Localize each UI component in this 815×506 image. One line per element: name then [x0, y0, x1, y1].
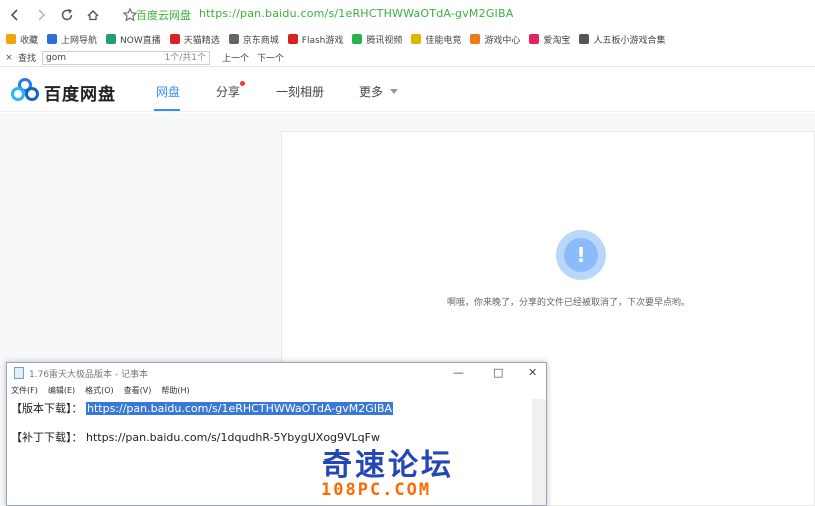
- share-expired-message: 啊哦，你来晚了，分享的文件已经被取消了，下次要早点哟。: [447, 298, 691, 308]
- watermark-url: 108PC.COM: [321, 480, 432, 500]
- bookmark-icon: [411, 34, 422, 44]
- bookmark-label: 佳能电竞: [425, 35, 462, 46]
- browser-toolbar: 百度云网盘 https://pan.baidu.com/s/1eRHCTHWWa…: [0, 0, 815, 30]
- menu-file[interactable]: 文件(F): [11, 385, 38, 396]
- selected-url[interactable]: https://pan.baidu.com/s/1eRHCTHWWaOTdA-g…: [86, 402, 394, 415]
- menu-edit[interactable]: 编辑(E): [48, 385, 75, 396]
- bookmark-label: 游戏中心: [484, 35, 521, 46]
- bookmarks-bar: 收藏 上网导航 NOW直播 天猫精选 京东商城 Flash游戏 腾讯视频 佳能电竞 游戏中心 爱淘…: [0, 30, 815, 48]
- bookmark-item[interactable]: 人五板小游戏合集: [579, 33, 665, 46]
- bookmark-icon: [529, 34, 540, 44]
- exclamation-icon: !: [564, 238, 598, 272]
- bookmark-icon: [169, 34, 180, 44]
- baidu-header: 百度网盘 网盘 分享 一刻相册 更多: [0, 68, 815, 112]
- warning-icon: !: [556, 230, 606, 280]
- screen: 百度云网盘 https://pan.baidu.com/s/1eRHCTHWWa…: [0, 0, 815, 506]
- minimize-button[interactable]: —: [453, 366, 464, 379]
- close-button[interactable]: ✕: [528, 366, 537, 379]
- bookmark-label: 腾讯视频: [366, 35, 403, 46]
- bookmark-item[interactable]: 天猫精选: [169, 33, 220, 46]
- notepad-menubar: 文件(F) 编辑(E) 格式(O) 查看(V) 帮助(H): [11, 385, 190, 396]
- chevron-down-icon: [390, 89, 398, 94]
- maximize-button[interactable]: □: [493, 366, 503, 379]
- menu-help[interactable]: 帮助(H): [161, 385, 189, 396]
- bookmark-label: 收藏: [20, 35, 39, 46]
- bookmark-label: 京东商城: [242, 35, 279, 46]
- star-icon: [6, 34, 16, 44]
- forward-arrow-icon: [38, 9, 46, 21]
- baidu-brand[interactable]: 百度网盘: [44, 80, 116, 105]
- notepad-icon: [14, 367, 24, 379]
- bookmark-item[interactable]: NOW直播: [106, 33, 161, 46]
- bookmark-item[interactable]: 收藏: [6, 33, 38, 46]
- menu-format[interactable]: 格式(O): [85, 385, 114, 396]
- bookmark-icon: [228, 34, 239, 44]
- home-button[interactable]: [82, 4, 104, 26]
- nav-more[interactable]: 更多: [359, 83, 383, 100]
- home-icon: [87, 9, 99, 21]
- baidu-netdisk-logo-icon[interactable]: [11, 78, 39, 102]
- find-query: gom: [46, 52, 67, 63]
- bookmark-icon: [579, 34, 590, 44]
- find-input[interactable]: gom 1个/共1个: [42, 50, 211, 65]
- notepad-window: 1.76雷天大极品版本 - 记事本 — □ ✕ 文件(F) 编辑(E) 格式(O…: [6, 362, 547, 506]
- bookmark-icon: [287, 34, 298, 44]
- line-label: 【补丁下载】：: [11, 431, 83, 444]
- address-bar[interactable]: 百度云网盘 https://pan.baidu.com/s/1eRHCTHWWa…: [136, 7, 513, 23]
- bookmark-icon: [47, 34, 58, 44]
- bookmark-label: 天猫精选: [183, 35, 220, 46]
- bookmark-icon: [106, 34, 117, 44]
- find-close-button[interactable]: ×: [2, 53, 16, 63]
- bookmark-item[interactable]: 爱淘宝: [529, 33, 570, 46]
- bookmark-item[interactable]: 游戏中心: [470, 33, 520, 46]
- bookmark-item[interactable]: 京东商城: [228, 33, 279, 46]
- find-bar: × 查找 gom 1个/共1个 上一个 下一个: [0, 49, 815, 67]
- notification-dot: [240, 81, 245, 86]
- back-arrow-icon: [10, 9, 18, 21]
- find-prev-button[interactable]: 上一个: [222, 51, 249, 64]
- bookmark-label: 人五板小游戏合集: [593, 35, 666, 46]
- bookmark-item[interactable]: Flash游戏: [287, 33, 344, 46]
- bookmark-label: NOW直播: [120, 35, 161, 46]
- nav-photos[interactable]: 一刻相册: [276, 83, 324, 100]
- bookmark-icon: [352, 34, 363, 44]
- find-next-button[interactable]: 下一个: [257, 51, 284, 64]
- notepad-title: 1.76雷天大极品版本 - 记事本: [29, 369, 149, 380]
- bookmark-item[interactable]: 上网导航: [47, 33, 97, 46]
- notepad-titlebar[interactable]: 1.76雷天大极品版本 - 记事本: [7, 363, 546, 383]
- nav-share[interactable]: 分享: [216, 83, 240, 100]
- menu-view[interactable]: 查看(V): [124, 385, 152, 396]
- refresh-icon: [61, 8, 73, 21]
- site-name: 百度云网盘: [136, 9, 191, 22]
- nav-active-underline: [154, 109, 180, 111]
- refresh-button[interactable]: [56, 4, 78, 26]
- bookmark-item[interactable]: 佳能电竞: [411, 33, 461, 46]
- notepad-scrollbar[interactable]: [532, 399, 546, 505]
- bookmark-label: Flash游戏: [301, 35, 344, 46]
- bookmark-icon: [470, 34, 481, 44]
- bookmark-item[interactable]: 腾讯视频: [352, 33, 402, 46]
- back-button[interactable]: [4, 4, 26, 26]
- nav-disk[interactable]: 网盘: [156, 83, 180, 100]
- bookmark-label: 上网导航: [61, 35, 98, 46]
- forward-button[interactable]: [30, 4, 52, 26]
- watermark-logo: 奇速论坛: [322, 448, 454, 483]
- text-line: 【版本下载】： https://pan.baidu.com/s/1eRHCTHW…: [11, 400, 394, 416]
- line-label: 【版本下载】：: [11, 402, 83, 415]
- find-count: 1个/共1个: [164, 52, 207, 63]
- address-url[interactable]: https://pan.baidu.com/s/1eRHCTHWWaOTdA-g…: [199, 7, 513, 23]
- find-label: 查找: [18, 54, 37, 64]
- bookmark-label: 爱淘宝: [543, 35, 571, 46]
